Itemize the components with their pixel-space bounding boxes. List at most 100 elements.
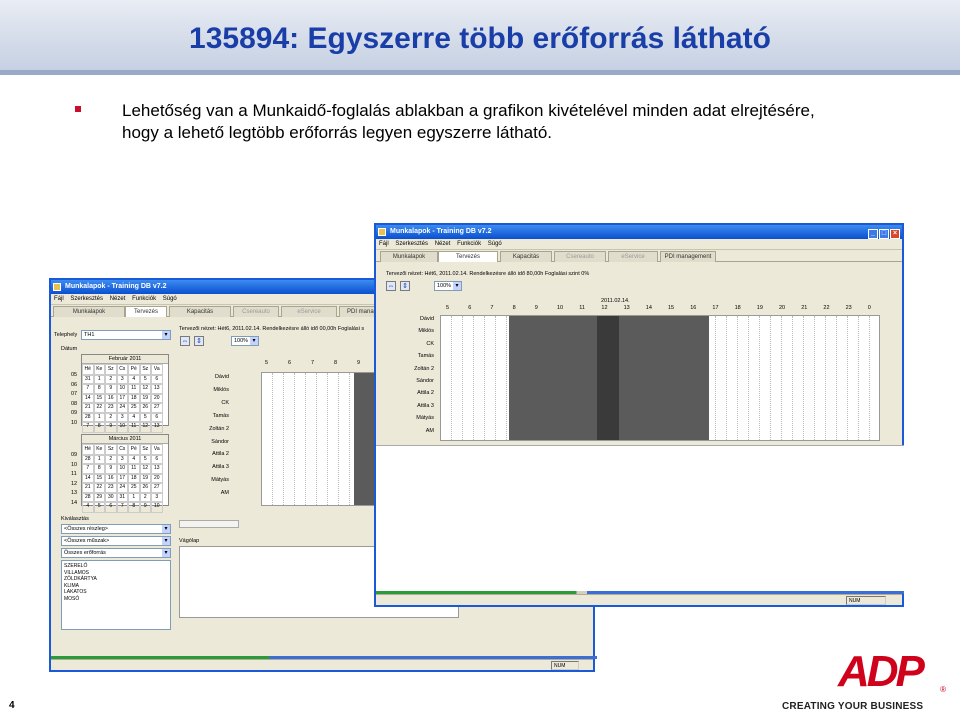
calendar-week-number: 12 (71, 480, 78, 487)
hour-label: 13 (623, 305, 630, 311)
calendar-week-number: 09 (71, 452, 78, 458)
calendar-week-row: 28 1 2 3 4 5 6 (82, 411, 168, 423)
resource-list[interactable]: SZERELŐ VILLAMOS ZÖLDKÁRTYA KLIMA LAKATO… (61, 560, 171, 630)
front-schedule-grid[interactable] (440, 315, 880, 441)
grid-column (727, 316, 738, 440)
calendar-day[interactable]: 6 (105, 501, 117, 513)
expand-icon[interactable]: ⇕ (400, 281, 410, 291)
back-window-title: Munkalapok - Training DB v7.2 (65, 283, 167, 290)
tab-csereauto[interactable]: Csereauto (554, 251, 606, 262)
menu-view[interactable]: Nézet (110, 296, 126, 302)
tab-eservice[interactable]: eService (281, 306, 337, 317)
grid-column (485, 316, 496, 440)
shift-combo[interactable]: <Összes műszak> (61, 536, 171, 546)
adp-logo: ADP ® (838, 648, 948, 696)
calendar-week-number: 08 (71, 400, 78, 407)
menu-file[interactable]: Fájl (379, 241, 389, 247)
resource-combo[interactable]: Összes erőforrás (61, 548, 171, 558)
grid-column (317, 373, 328, 505)
calendar-day[interactable]: 4 (82, 501, 94, 513)
bullet-text: Lehetőség van a Munkaidő-foglalás ablakb… (122, 100, 922, 144)
calendar-day[interactable]: 8 (128, 501, 140, 513)
back-scrollbar[interactable] (179, 520, 239, 528)
calendar-february-body: 31 1 2 3 4 5 6 7 8 9 10 11 12 13 14 15 16 17 18 19 20 21 22 23 2… (82, 373, 168, 433)
calendar-week-row: 21 22 23 24 25 26 27 (82, 482, 168, 494)
menu-edit[interactable]: Szerkesztés (70, 296, 103, 302)
menu-file[interactable]: Fájl (54, 296, 64, 302)
calendar-day[interactable]: 12 (139, 421, 151, 433)
hour-label: 7 (490, 305, 494, 311)
calendar-week-number: 05 (71, 372, 78, 378)
menu-view[interactable]: Nézet (435, 241, 451, 247)
hour-label: 0 (867, 305, 871, 311)
grid-column (328, 373, 339, 505)
bullet-icon (75, 106, 81, 112)
grid-column (826, 316, 837, 440)
tab-tervezes[interactable]: Tervezés (438, 251, 498, 262)
zoom-combo[interactable]: 100% (434, 281, 462, 291)
resource-label: Miklós (213, 386, 229, 393)
hour-label: 16 (690, 305, 697, 311)
resource-label: Sándor (416, 378, 434, 384)
menu-functions[interactable]: Funkciók (132, 296, 156, 302)
app-icon (53, 283, 61, 291)
calendar-day[interactable]: 9 (139, 501, 151, 513)
arrows-icon[interactable]: ⇔ (180, 336, 190, 346)
grid-column (749, 316, 760, 440)
department-combo[interactable]: <Összes részleg> (61, 524, 171, 534)
front-lower-pane (376, 445, 904, 591)
tab-kapacitas[interactable]: Kapacitás (169, 306, 231, 317)
grid-column (793, 316, 804, 440)
grid-column (738, 316, 749, 440)
resource-label: Sándor (211, 438, 229, 445)
close-icon[interactable]: × (890, 229, 900, 239)
calendar-day[interactable]: 10 (116, 421, 128, 433)
resource-label: Zoltán 2 (414, 365, 434, 372)
hour-label: 9 (357, 360, 361, 366)
menu-help[interactable]: Súgó (488, 241, 502, 247)
calendar-week-row: 7 8 9 10 11 12 13 (82, 463, 168, 475)
calendar-day[interactable]: 9 (105, 421, 117, 433)
expand-icon[interactable]: ⇕ (194, 336, 204, 346)
menu-edit[interactable]: Szerkesztés (395, 241, 428, 247)
calendar-week-number: 06 (71, 381, 78, 388)
grid-column (284, 373, 295, 505)
menu-help[interactable]: Súgó (163, 296, 177, 302)
calendar-day[interactable]: 13 (151, 421, 163, 433)
slide: { "slide": { "title": "135894: Egyszerre… (0, 0, 960, 712)
telephely-combo[interactable]: TH1 (81, 330, 171, 340)
tab-munkalapok[interactable]: Munkalapok (53, 306, 125, 317)
minimize-icon[interactable]: _ (868, 229, 878, 239)
grid-column (716, 316, 727, 440)
calendar-week-number: 13 (71, 490, 78, 496)
tab-eservice[interactable]: eService (608, 251, 658, 262)
calendar-week-row: 14 15 16 17 18 19 20 (82, 392, 168, 404)
calendar-day[interactable]: 5 (93, 501, 105, 513)
resource-label: Zoltán 2 (209, 425, 229, 432)
back-status-num: NUM (551, 661, 579, 670)
list-item[interactable]: MOSÓ (64, 596, 168, 603)
calendar-day[interactable]: 7 (82, 421, 94, 433)
tab-pdi[interactable]: PDI management (660, 251, 716, 262)
menu-functions[interactable]: Funkciók (457, 241, 481, 247)
calendar-day[interactable]: 8 (93, 421, 105, 433)
calendar-day[interactable]: 10 (151, 501, 163, 513)
calendar-march[interactable]: Március 2011 Hé Ke Sz Cs Pé Sz Va 28 1 2 3 4 5 6 7 8 9 1… (81, 434, 169, 513)
calendar-february[interactable]: Február 2011 Hé Ke Sz Cs Pé Sz Va 31 1 2 3 4 5 6 7 8 9 1… (81, 354, 169, 433)
hour-label: 11 (579, 305, 585, 311)
arrows-icon[interactable]: ⇔ (386, 281, 396, 291)
grid-column (782, 316, 793, 440)
front-window-title: Munkalapok - Training DB v7.2 (390, 228, 492, 235)
front-window-titlebar[interactable]: Munkalapok - Training DB v7.2 _ □ × (376, 225, 902, 239)
tab-kapacitas[interactable]: Kapacitás (500, 251, 552, 262)
tab-csereauto[interactable]: Csereauto (233, 306, 279, 317)
calendar-week-number: 11 (71, 471, 77, 477)
tab-tervezes[interactable]: Tervezés (125, 306, 167, 317)
datum-label: Dátum (61, 346, 78, 352)
calendar-day[interactable]: 11 (128, 421, 140, 433)
tab-munkalapok[interactable]: Munkalapok (380, 251, 438, 262)
grid-column (496, 316, 507, 440)
zoom-combo[interactable]: 100% (231, 336, 259, 346)
calendar-day[interactable]: 7 (116, 501, 128, 513)
maximize-icon[interactable]: □ (879, 229, 889, 239)
